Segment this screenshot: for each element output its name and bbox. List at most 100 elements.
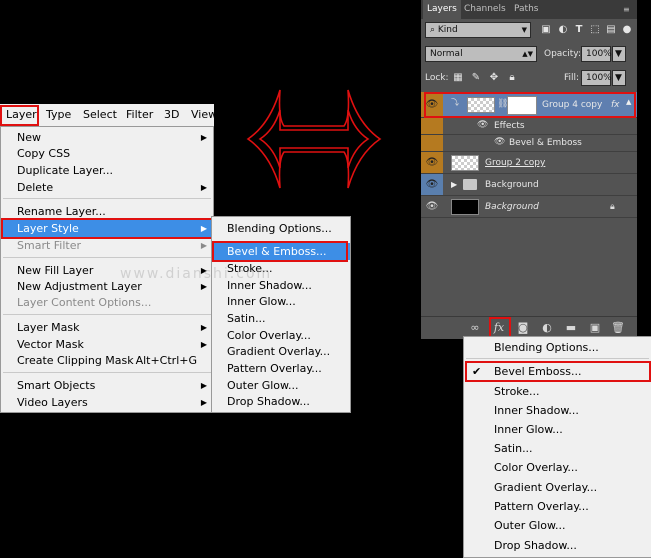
layer-name[interactable]: Background <box>485 174 539 196</box>
link-arrow-icon: ⤵ <box>451 98 459 107</box>
menu-item-layer-style[interactable]: Layer Style ▶ <box>1 220 213 237</box>
link-layers-icon[interactable]: ∞ <box>467 320 483 336</box>
menu-item-label: Stroke... <box>494 385 540 398</box>
layer-row-group4-copy[interactable]: 👁︎ ⤵ ⛓ Group 4 copy fx ▲ <box>421 92 637 118</box>
menu-item-label: Create Clipping Mask <box>17 354 134 367</box>
fx-item-gradient-overlay[interactable]: Gradient Overlay... <box>464 478 651 497</box>
menu-layer[interactable]: Layer <box>6 104 37 126</box>
submenu-arrow-icon: ▶ <box>200 241 207 250</box>
style-item-drop-shadow[interactable]: Drop Shadow... <box>212 393 350 410</box>
fill-input[interactable]: 100% <box>581 70 612 86</box>
menu-item-label: Smart Objects <box>17 379 96 392</box>
menu-type[interactable]: Type <box>46 104 71 126</box>
layer-row-group2-copy[interactable]: 👁︎ Group 2 copy <box>421 152 637 174</box>
opacity-input[interactable]: 100% <box>581 46 612 62</box>
menu-3d[interactable]: 3D <box>164 104 179 126</box>
new-layer-icon[interactable]: ▣ <box>587 320 603 336</box>
tab-channels[interactable]: Channels <box>464 0 506 19</box>
fx-item-blending-options[interactable]: Blending Options... <box>464 338 651 357</box>
menu-item-layer-mask[interactable]: Layer Mask ▶ <box>1 319 213 336</box>
lock-position-icon[interactable]: ✥ <box>487 71 501 85</box>
layer-mask-thumbnail[interactable] <box>507 96 537 115</box>
fx-item-color-overlay[interactable]: Color Overlay... <box>464 458 651 477</box>
visibility-eye-icon[interactable]: 👁︎ <box>421 152 443 173</box>
tab-paths[interactable]: Paths <box>514 0 538 19</box>
menu-item-duplicate-layer[interactable]: Duplicate Layer... <box>1 162 213 179</box>
fill-dropdown[interactable]: ▼ <box>612 70 626 86</box>
layer-row-background-group[interactable]: 👁︎ ▶ Background <box>421 174 637 196</box>
new-group-icon[interactable]: ▬ <box>563 320 579 336</box>
fx-item-outer-glow[interactable]: Outer Glow... <box>464 516 651 535</box>
effects-row[interactable]: 👁︎ Effects <box>421 118 637 135</box>
style-item-gradient-overlay[interactable]: Gradient Overlay... <box>212 343 350 360</box>
menu-item-label: Pattern Overlay... <box>494 500 589 513</box>
lock-transparent-icon[interactable]: ▦ <box>451 71 465 85</box>
menu-item-label: Bevel Emboss... <box>494 365 582 378</box>
menu-item-label: Layer Style <box>17 222 79 235</box>
menu-item-new[interactable]: New ▶ <box>1 129 213 146</box>
panel-menu-icon[interactable]: ≡ <box>623 0 630 19</box>
menu-item-label: Smart Filter <box>17 239 82 252</box>
menu-item-vector-mask[interactable]: Vector Mask ▶ <box>1 336 213 353</box>
menu-item-smart-filter: Smart Filter ▶ <box>1 237 213 254</box>
fx-item-stroke[interactable]: Stroke... <box>464 382 651 401</box>
fill-label: Fill: <box>564 73 580 83</box>
collapse-arrow-icon[interactable]: ▲ <box>626 98 631 106</box>
fx-item-satin[interactable]: Satin... <box>464 439 651 458</box>
menu-view[interactable]: View <box>191 104 217 126</box>
menu-item-copy-css[interactable]: Copy CSS <box>1 145 213 162</box>
fx-item-inner-glow[interactable]: Inner Glow... <box>464 420 651 439</box>
shape-filter-icon[interactable]: ⬚ <box>588 23 602 37</box>
lock-label: Lock: <box>425 73 449 83</box>
menu-select[interactable]: Select <box>83 104 117 126</box>
fx-item-drop-shadow[interactable]: Drop Shadow... <box>464 536 651 555</box>
layer-name[interactable]: Group 2 copy <box>485 152 545 174</box>
add-mask-icon[interactable]: ◙ <box>515 320 531 336</box>
style-item-blending-options[interactable]: Blending Options... <box>212 220 350 237</box>
visibility-eye-icon[interactable]: 👁︎ <box>421 196 443 217</box>
style-item-color-overlay[interactable]: Color Overlay... <box>212 327 350 344</box>
lock-brush-icon[interactable]: ✎ <box>469 71 483 85</box>
menu-item-label: Copy CSS <box>17 147 71 160</box>
effects-eye-icon[interactable]: 👁︎ <box>477 120 488 130</box>
menu-item-video-layers[interactable]: Video Layers ▶ <box>1 394 213 411</box>
fx-badge-icon: fx <box>611 100 620 110</box>
layer-name[interactable]: Background <box>485 196 539 218</box>
menu-item-smart-objects[interactable]: Smart Objects ▶ <box>1 377 213 394</box>
layer-name[interactable]: Group 4 copy <box>542 92 602 118</box>
new-adjustment-layer-icon[interactable]: ◐ <box>539 320 555 336</box>
layer-row-background[interactable]: 👁︎ Background 🔒︎ <box>421 196 637 218</box>
type-filter-icon[interactable]: T <box>572 23 586 37</box>
expand-arrow-icon[interactable]: ▶ <box>451 174 457 196</box>
fx-item-inner-shadow[interactable]: Inner Shadow... <box>464 401 651 420</box>
visibility-eye-icon[interactable]: 👁︎ <box>421 92 443 117</box>
style-item-outer-glow[interactable]: Outer Glow... <box>212 377 350 394</box>
style-item-pattern-overlay[interactable]: Pattern Overlay... <box>212 360 350 377</box>
style-item-satin[interactable]: Satin... <box>212 310 350 327</box>
opacity-dropdown[interactable]: ▼ <box>612 46 626 62</box>
menu-divider <box>466 358 649 359</box>
smart-object-filter-icon[interactable]: ▤ <box>604 23 618 37</box>
menu-item-rename-layer[interactable]: Rename Layer... <box>1 203 213 220</box>
menu-item-label: Satin... <box>494 442 533 455</box>
menu-item-delete[interactable]: Delete ▶ <box>1 179 213 196</box>
bevel-emboss-effect-row[interactable]: 👁︎ Bevel & Emboss <box>421 135 637 152</box>
menu-item-create-clipping-mask[interactable]: Create Clipping Mask Alt+Ctrl+G <box>1 352 213 369</box>
add-layer-style-icon[interactable]: fx <box>491 320 507 336</box>
adjustment-filter-icon[interactable]: ◐ <box>556 23 570 37</box>
fx-item-bevel-emboss[interactable]: ✔ Bevel Emboss... <box>464 362 651 381</box>
lock-all-icon[interactable]: 🔒︎ <box>505 71 519 85</box>
filter-kind-select[interactable]: ⌕ Kind ▼ <box>425 22 531 38</box>
style-item-inner-glow[interactable]: Inner Glow... <box>212 293 350 310</box>
panel-tabs: Layers Channels Paths ≡ <box>421 0 637 19</box>
tab-layers[interactable]: Layers <box>423 0 461 19</box>
pixel-filter-icon[interactable]: ▣ <box>539 23 553 37</box>
visibility-eye-icon[interactable]: 👁︎ <box>421 174 443 195</box>
blend-mode-select[interactable]: Normal ▲▼ <box>425 46 537 62</box>
fx-item-pattern-overlay[interactable]: Pattern Overlay... <box>464 497 651 516</box>
filter-toggle-icon[interactable]: ● <box>620 23 634 37</box>
menu-filter[interactable]: Filter <box>126 104 153 126</box>
effect-eye-icon[interactable]: 👁︎ <box>494 137 505 147</box>
trash-icon[interactable]: 🗑︎ <box>610 320 626 336</box>
style-item-bevel-emboss[interactable]: Bevel & Emboss... <box>212 243 350 260</box>
